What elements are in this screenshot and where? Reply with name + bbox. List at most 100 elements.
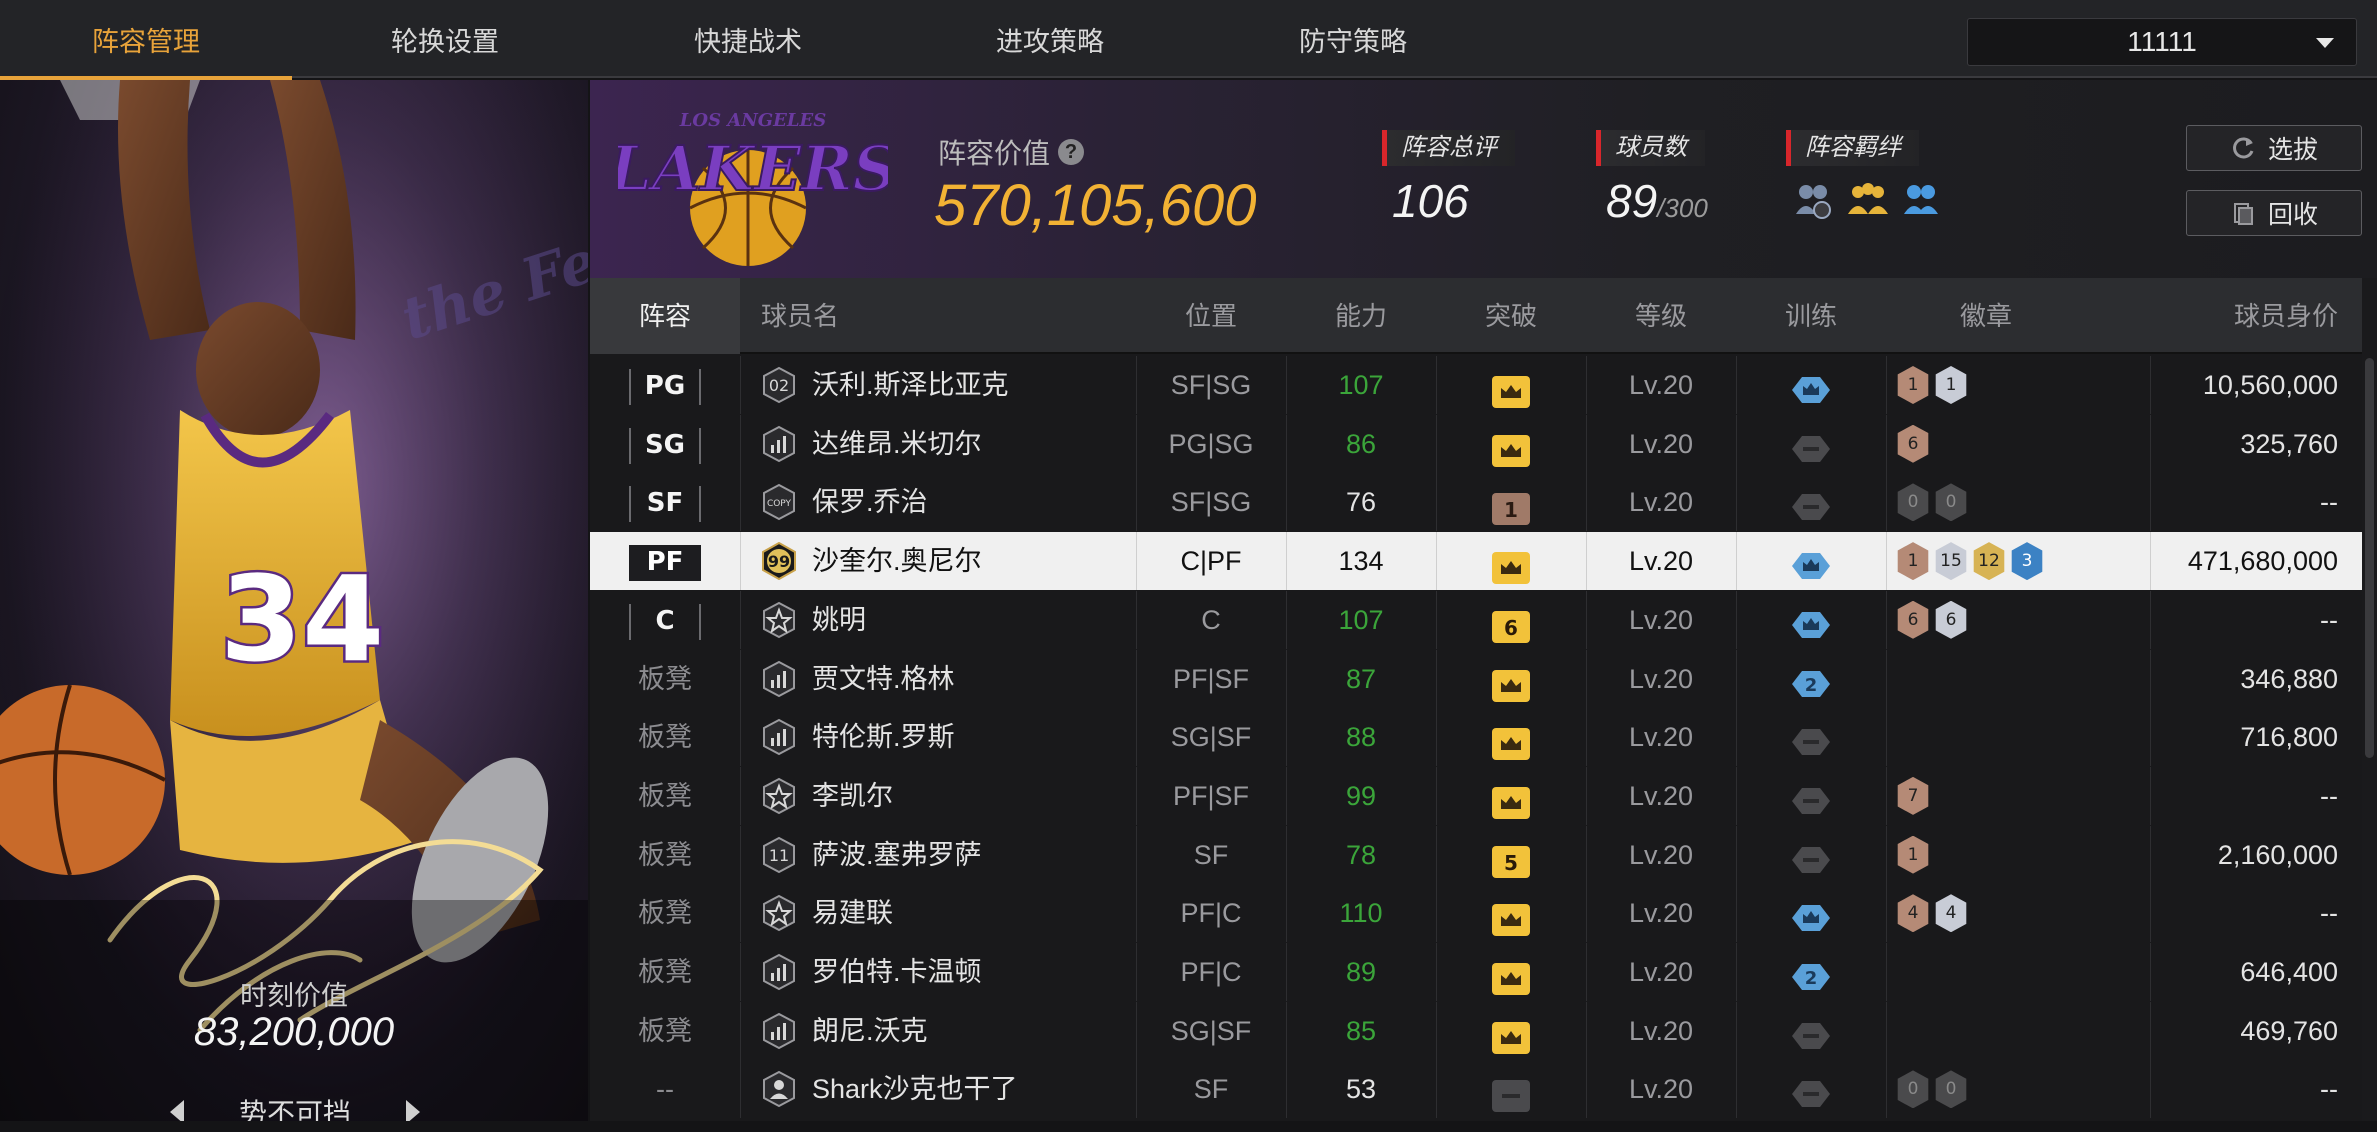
lineup-slot-bench[interactable]: 板凳: [590, 1002, 740, 1060]
breakthrough-cell[interactable]: [1436, 767, 1586, 825]
bond-group-gold-icon[interactable]: [1846, 180, 1890, 220]
breakthrough-cell[interactable]: [1436, 415, 1586, 473]
table-row[interactable]: 板凳 易建联 PF|C 110 Lv.20 4 4 --: [590, 884, 2362, 943]
badges-cell[interactable]: 1: [1886, 826, 2150, 884]
breakthrough-cell[interactable]: 1: [1436, 473, 1586, 531]
badges-cell[interactable]: [1886, 943, 2150, 1001]
col-lineup[interactable]: 阵容: [590, 278, 740, 354]
lineup-slot-bench[interactable]: 板凳: [590, 884, 740, 942]
lineup-slot-pf[interactable]: PF: [590, 532, 740, 590]
col-ability[interactable]: 能力: [1286, 278, 1436, 354]
badges-cell[interactable]: [1886, 1002, 2150, 1060]
badges-cell[interactable]: 44: [1886, 884, 2150, 942]
tab-lineup-management[interactable]: 阵容管理: [0, 0, 292, 80]
lineup-slot-empty[interactable]: --: [590, 1060, 740, 1118]
table-row[interactable]: C 姚明 C 107 6 Lv.20 6 6 --: [590, 590, 2362, 649]
roster-scrollbar[interactable]: [2362, 278, 2377, 1121]
badges-cell[interactable]: 00: [1886, 473, 2150, 531]
col-position[interactable]: 位置: [1136, 278, 1286, 354]
player-name-cell[interactable]: Shark沙克也干了: [740, 1060, 1136, 1118]
training-cell[interactable]: [1736, 356, 1886, 414]
table-row[interactable]: 板凳 特伦斯.罗斯 SG|SF 88 Lv.20 716,800: [590, 708, 2362, 767]
training-cell[interactable]: [1736, 1002, 1886, 1060]
badges-cell[interactable]: 11: [1886, 356, 2150, 414]
lineup-slot-sf[interactable]: SF: [590, 473, 740, 531]
training-cell[interactable]: [1736, 767, 1886, 825]
lineup-dropdown[interactable]: 11111: [1967, 18, 2357, 66]
table-row[interactable]: 板凳 罗伯特.卡温顿 PF|C 89 Lv.20 2 646,400: [590, 943, 2362, 1001]
breakthrough-cell[interactable]: [1436, 708, 1586, 766]
breakthrough-cell[interactable]: [1436, 943, 1586, 1001]
player-name-cell[interactable]: 02 沃利.斯泽比亚克: [740, 356, 1136, 414]
breakthrough-cell[interactable]: [1436, 650, 1586, 708]
breakthrough-cell[interactable]: [1436, 532, 1586, 590]
col-training[interactable]: 训练: [1736, 278, 1886, 354]
badges-cell[interactable]: 66: [1886, 591, 2150, 649]
bond-group-icon[interactable]: [1792, 180, 1836, 220]
recycle-button[interactable]: 回收: [2186, 190, 2362, 236]
lineup-slot-pg[interactable]: PG: [590, 356, 740, 414]
col-player-value[interactable]: 球员身价: [2150, 278, 2362, 354]
table-row[interactable]: -- Shark沙克也干了 SF 53 Lv.20 0 0 --: [590, 1060, 2362, 1119]
training-cell[interactable]: [1736, 884, 1886, 942]
breakthrough-cell[interactable]: 5: [1436, 826, 1586, 884]
player-name-cell[interactable]: 达维昂.米切尔: [740, 415, 1136, 473]
breakthrough-cell[interactable]: [1436, 356, 1586, 414]
chevron-right-icon[interactable]: [405, 1100, 420, 1121]
lineup-slot-bench[interactable]: 板凳: [590, 650, 740, 708]
training-cell[interactable]: [1736, 826, 1886, 884]
player-name-cell[interactable]: 罗伯特.卡温顿: [740, 943, 1136, 1001]
scrollbar-thumb[interactable]: [2365, 358, 2374, 758]
table-row[interactable]: 板凳 朗尼.沃克 SG|SF 85 Lv.20 469,760: [590, 1001, 2362, 1060]
training-cell[interactable]: [1736, 708, 1886, 766]
training-cell[interactable]: 2: [1736, 943, 1886, 1001]
bond-group-blue-icon[interactable]: [1900, 180, 1944, 220]
table-row[interactable]: SG 达维昂.米切尔 PG|SG 86 Lv.20 6 325,760: [590, 414, 2362, 473]
player-name-cell[interactable]: 特伦斯.罗斯: [740, 708, 1136, 766]
training-cell[interactable]: [1736, 1060, 1886, 1118]
col-level[interactable]: 等级: [1586, 278, 1736, 354]
lineup-slot-bench[interactable]: 板凳: [590, 708, 740, 766]
badges-cell[interactable]: [1886, 708, 2150, 766]
badges-cell[interactable]: 6: [1886, 415, 2150, 473]
col-breakthrough[interactable]: 突破: [1436, 278, 1586, 354]
tab-quick-tactics[interactable]: 快捷战术: [598, 0, 898, 78]
table-row[interactable]: 板凳 李凯尔 PF|SF 99 Lv.20 7 --: [590, 766, 2362, 825]
breakthrough-cell[interactable]: [1436, 1060, 1586, 1118]
lineup-slot-bench[interactable]: 板凳: [590, 767, 740, 825]
player-name-cell[interactable]: COPY 保罗.乔治: [740, 473, 1136, 531]
breakthrough-cell[interactable]: [1436, 884, 1586, 942]
table-row[interactable]: 板凳 贾文特.格林 PF|SF 87 Lv.20 2 346,880: [590, 649, 2362, 708]
player-name-cell[interactable]: 易建联: [740, 884, 1136, 942]
player-name-cell[interactable]: 朗尼.沃克: [740, 1002, 1136, 1060]
badges-cell[interactable]: 1 15 12 3: [1886, 532, 2150, 590]
player-name-cell[interactable]: 贾文特.格林: [740, 650, 1136, 708]
lineup-slot-c[interactable]: C: [590, 591, 740, 649]
lineup-slot-sg[interactable]: SG: [590, 415, 740, 473]
tab-offense-strategy[interactable]: 进攻策略: [900, 0, 1200, 78]
badges-cell[interactable]: 00: [1886, 1060, 2150, 1118]
training-cell[interactable]: 2: [1736, 650, 1886, 708]
player-hero-card[interactable]: the Feel 34 时刻价值 83,200,000 势不可挡: [0, 80, 588, 1121]
breakthrough-cell[interactable]: [1436, 1002, 1586, 1060]
player-name-cell[interactable]: 姚明: [740, 591, 1136, 649]
table-row[interactable]: 板凳 11 萨波.塞弗罗萨 SF 78 5 Lv.20 1 2,160,000: [590, 825, 2362, 884]
lineup-slot-bench[interactable]: 板凳: [590, 943, 740, 1001]
badges-cell[interactable]: 7: [1886, 767, 2150, 825]
table-row[interactable]: PG 02 沃利.斯泽比亚克 SF|SG 107 Lv.20 1 1 10,560,000: [590, 356, 2362, 414]
badges-cell[interactable]: [1886, 650, 2150, 708]
player-name-cell[interactable]: 11 萨波.塞弗罗萨: [740, 826, 1136, 884]
lineup-slot-bench[interactable]: 板凳: [590, 826, 740, 884]
chevron-left-icon[interactable]: [170, 1100, 184, 1121]
player-name-cell[interactable]: 李凯尔: [740, 767, 1136, 825]
player-name-cell[interactable]: 99 沙奎尔.奥尼尔: [740, 532, 1136, 590]
col-player-name[interactable]: 球员名: [740, 278, 860, 354]
training-cell[interactable]: [1736, 591, 1886, 649]
breakthrough-cell[interactable]: 6: [1436, 591, 1586, 649]
help-icon[interactable]: ?: [1058, 139, 1085, 165]
col-badges[interactable]: 徽章: [1886, 278, 2086, 354]
tab-defense-strategy[interactable]: 防守策略: [1203, 0, 1503, 78]
training-cell[interactable]: [1736, 532, 1886, 590]
training-cell[interactable]: [1736, 415, 1886, 473]
table-row[interactable]: SF COPY 保罗.乔治 SF|SG 76 1 Lv.20 0 0 --: [590, 473, 2362, 532]
